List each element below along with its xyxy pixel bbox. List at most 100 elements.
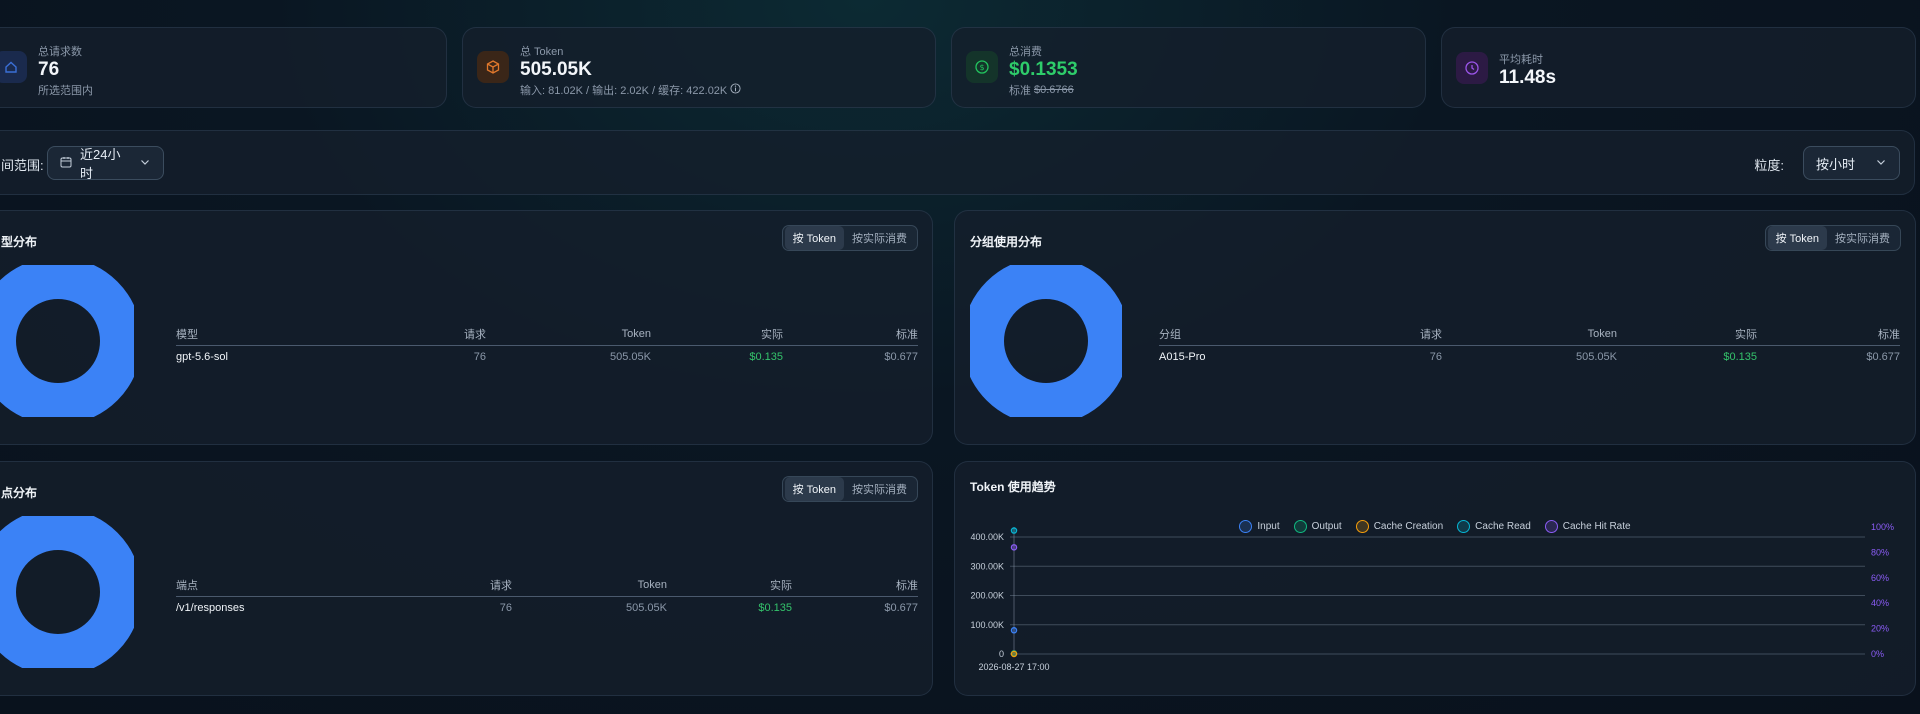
granularity-select[interactable]: 按小时 (1803, 146, 1900, 180)
toggle-token[interactable]: 按 Token (1767, 226, 1827, 250)
data-point (1010, 544, 1018, 551)
donut-slice[interactable] (0, 265, 134, 417)
col-standard: 标准 (792, 574, 918, 597)
cell-requests: 76 (473, 351, 486, 364)
model-table: 模型 请求 Token 实际 标准 gpt-5.6-sol 76 505.05K… (176, 323, 918, 369)
cell-actual: $0.135 (1723, 351, 1757, 364)
data-point (1010, 627, 1018, 634)
x-tick-label: 2026-08-27 17:00 (978, 662, 1049, 672)
granularity-label: 粒度: (1754, 158, 1784, 173)
y2-tick-label: 100% (1871, 522, 1894, 532)
model-donut-chart (0, 265, 134, 417)
toggle-token[interactable]: 按 Token (784, 226, 844, 250)
token-trend-panel: Token 使用趋势 Input Output Cache Creation Cach… (954, 461, 1916, 696)
table-row[interactable]: /v1/responses 76 505.05K $0.135 $0.677 (176, 596, 918, 620)
toggle-cost[interactable]: 按实际消费 (1827, 226, 1898, 250)
data-point (1010, 650, 1018, 658)
col-requests: 请求 (1359, 323, 1442, 346)
group-table: 分组 请求 Token 实际 标准 A015-Pro 76 505.05K $0… (1159, 323, 1900, 369)
cell-standard: $0.677 (1866, 351, 1900, 364)
col-tokens: Token (486, 323, 651, 346)
y-tick-label: 200.00K (970, 591, 1004, 601)
cell-standard: $0.677 (884, 351, 918, 364)
group-donut-chart (970, 265, 1122, 417)
cell-name: A015-Pro (1159, 351, 1206, 364)
stat-card-latency: 平均耗时 11.48s (1441, 27, 1916, 108)
col-requests: 请求 (376, 323, 486, 346)
col-actual: 实际 (667, 574, 792, 597)
chevron-down-icon (139, 156, 151, 171)
metric-toggle: 按 Token 按实际消费 (781, 225, 918, 251)
col-endpoint: 端点 (176, 574, 376, 597)
cell-standard: $0.677 (884, 602, 918, 615)
cell-actual: $0.135 (749, 351, 783, 364)
table-header: 端点 请求 Token 实际 标准 (176, 574, 918, 597)
model-distribution-panel: 型分布 按 Token 按实际消费 模型 请求 Token 实际 标准 gpt-… (0, 210, 933, 445)
panel-title: 点分布 (1, 486, 38, 500)
table-row[interactable]: A015-Pro 76 505.05K $0.135 $0.677 (1159, 345, 1900, 369)
donut-slice[interactable] (0, 516, 134, 668)
table-header: 模型 请求 Token 实际 标准 (176, 323, 918, 346)
cell-tokens: 505.05K (610, 351, 651, 364)
y-tick-label: 0 (999, 649, 1004, 659)
cell-requests: 76 (1429, 351, 1442, 364)
stat-sub: 所选范围内 (38, 85, 93, 97)
cell-name: gpt-5.6-sol (176, 351, 228, 364)
y2-tick-label: 20% (1871, 624, 1889, 634)
col-standard: 标准 (783, 323, 918, 346)
calendar-icon (60, 156, 72, 171)
standard-value: $0.6766 (1034, 84, 1074, 96)
stat-card-tokens: 总 Token 505.05K 输入: 81.02K / 输出: 2.02K /… (462, 27, 936, 108)
time-range-value: 近24小时 (80, 147, 121, 181)
info-icon[interactable] (730, 83, 741, 97)
endpoint-distribution-panel: 点分布 按 Token 按实际消费 端点 请求 Token 实际 标准 /v1/… (0, 461, 933, 696)
cell-tokens: 505.05K (626, 602, 667, 615)
y2-tick-label: 60% (1871, 573, 1889, 583)
col-actual: 实际 (1617, 323, 1757, 346)
stat-label: 平均耗时 (1499, 54, 1543, 66)
stat-value: 11.48s (1499, 67, 1557, 88)
col-tokens: Token (512, 574, 667, 597)
box-icon (477, 51, 509, 83)
col-model: 模型 (176, 323, 376, 346)
dollar-icon: $ (966, 51, 998, 83)
granularity-value: 按小时 (1816, 156, 1856, 172)
toggle-token[interactable]: 按 Token (784, 477, 844, 501)
home-icon (0, 51, 27, 83)
chevron-down-icon (1875, 156, 1887, 171)
panel-title: 分组使用分布 (970, 235, 1043, 249)
col-requests: 请求 (376, 574, 512, 597)
stat-label: 总请求数 (38, 46, 82, 58)
stat-value: 76 (38, 59, 60, 80)
table-row[interactable]: gpt-5.6-sol 76 505.05K $0.135 $0.677 (176, 345, 918, 369)
col-standard: 标准 (1757, 323, 1900, 346)
cell-name: /v1/responses (176, 602, 245, 615)
table-header: 分组 请求 Token 实际 标准 (1159, 323, 1900, 346)
col-group: 分组 (1159, 323, 1359, 346)
toggle-cost[interactable]: 按实际消费 (844, 477, 915, 501)
col-tokens: Token (1442, 323, 1617, 346)
stat-value: $0.1353 (1009, 59, 1078, 80)
y2-tick-label: 40% (1871, 598, 1889, 608)
time-range-label: 间范围: (1, 158, 44, 173)
token-trend-chart: 0 100.00K 200.00K 300.00K 400.00K 0% 20% 40% 60%… (970, 522, 1894, 672)
metric-toggle: 按 Token 按实际消费 (781, 476, 918, 502)
group-distribution-panel: 分组使用分布 按 Token 按实际消费 分组 请求 Token 实际 标准 A… (954, 210, 1916, 445)
data-point (1010, 527, 1018, 534)
stat-sub: 标准 $0.6766 (1009, 82, 1074, 98)
endpoint-table: 端点 请求 Token 实际 标准 /v1/responses 76 505.0… (176, 574, 918, 620)
y-tick-label: 300.00K (970, 561, 1004, 571)
donut-slice[interactable] (970, 265, 1122, 417)
endpoint-donut-chart (0, 516, 134, 668)
toggle-cost[interactable]: 按实际消费 (844, 226, 915, 250)
filter-bar: 间范围: 近24小时 粒度: 按小时 (0, 130, 1915, 195)
stat-sub: 输入: 81.02K / 输出: 2.02K / 缓存: 422.02K (520, 82, 741, 98)
stat-value: 505.05K (520, 59, 592, 80)
y-tick-label: 100.00K (970, 620, 1004, 630)
time-range-select[interactable]: 近24小时 (47, 146, 164, 181)
standard-label: 标准 (1009, 85, 1031, 97)
metric-toggle: 按 Token 按实际消费 (1764, 225, 1901, 251)
cell-tokens: 505.05K (1576, 351, 1617, 364)
y2-tick-label: 0% (1871, 649, 1884, 659)
cell-requests: 76 (499, 602, 512, 615)
